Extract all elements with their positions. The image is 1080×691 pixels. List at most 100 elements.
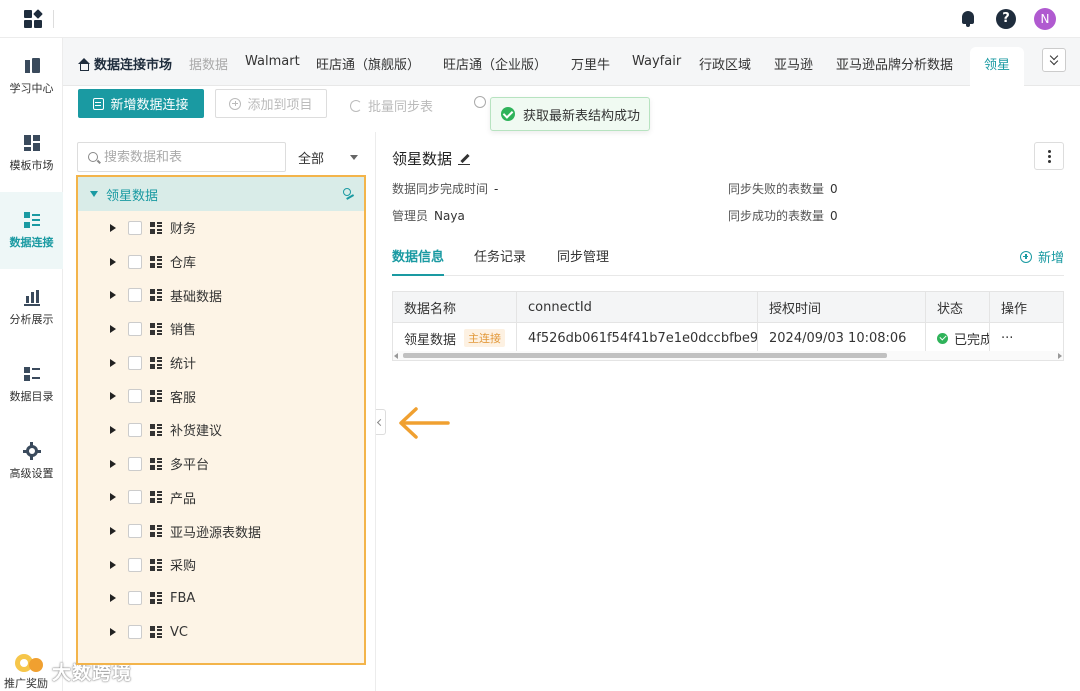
tree-item-checkbox[interactable] bbox=[128, 591, 142, 606]
tree-item[interactable]: 多平台 bbox=[78, 447, 364, 481]
caret-right-icon[interactable] bbox=[110, 594, 116, 603]
add-to-project-button[interactable]: 添加到项目 bbox=[215, 89, 327, 118]
column-header[interactable]: connectId bbox=[517, 292, 758, 322]
tree-item-label: 亚马逊源表数据 bbox=[170, 525, 262, 541]
tab-lingxing[interactable]: 领星 bbox=[970, 47, 1025, 86]
nav-item-data-catalog[interactable]: 数据目录 bbox=[0, 346, 63, 423]
tree-item-checkbox[interactable] bbox=[128, 625, 142, 640]
column-header[interactable]: 操作 bbox=[990, 292, 1063, 322]
bell-icon[interactable] bbox=[958, 9, 978, 29]
tree-item[interactable]: FBA bbox=[78, 582, 364, 616]
search-icon bbox=[88, 152, 98, 162]
tree-item-checkbox[interactable] bbox=[128, 557, 142, 572]
book-icon bbox=[23, 57, 41, 75]
row-more-button[interactable]: ··· bbox=[1001, 331, 1013, 346]
caret-right-icon[interactable] bbox=[110, 527, 116, 536]
scrollbar-thumb[interactable] bbox=[403, 353, 887, 358]
tree-item[interactable]: 亚马逊源表数据 bbox=[78, 514, 364, 548]
tree-item-label: 统计 bbox=[170, 357, 197, 373]
data-name-text: 领星数据 bbox=[404, 332, 457, 348]
tree-item-checkbox[interactable] bbox=[128, 355, 142, 370]
nav-item-advanced-settings[interactable]: 高级设置 bbox=[0, 423, 63, 500]
top-divider bbox=[53, 10, 54, 28]
tree-item[interactable]: 补货建议 bbox=[78, 413, 364, 447]
scroll-right-arrow-icon[interactable] bbox=[1058, 353, 1062, 359]
catalog-icon bbox=[23, 365, 41, 383]
table-horizontal-scrollbar[interactable] bbox=[393, 351, 1063, 360]
tree-item-label: 产品 bbox=[170, 491, 197, 507]
nav-item-analysis[interactable]: 分析展示 bbox=[0, 269, 63, 346]
tab-sync-management[interactable]: 同步管理 bbox=[557, 246, 609, 276]
search-input[interactable] bbox=[104, 149, 274, 165]
tab-amazon-brand-analytics[interactable]: 亚马逊品牌分析数据 bbox=[836, 54, 953, 73]
tab-home[interactable]: 数据连接市场 bbox=[77, 54, 172, 73]
tree-item[interactable]: VC bbox=[78, 615, 364, 649]
tree-item[interactable]: 产品 bbox=[78, 481, 364, 515]
caret-right-icon[interactable] bbox=[110, 223, 116, 232]
caret-right-icon[interactable] bbox=[110, 358, 116, 367]
nav-item-data-connect[interactable]: 数据连接 bbox=[0, 192, 63, 269]
new-connection-button[interactable]: 新增数据连接 bbox=[78, 89, 204, 118]
tab-task-records[interactable]: 任务记录 bbox=[474, 246, 526, 276]
tree-item-checkbox[interactable] bbox=[128, 524, 142, 539]
caret-right-icon[interactable] bbox=[110, 291, 116, 300]
caret-right-icon[interactable] bbox=[110, 493, 116, 502]
left-nav: 学习中心 模板市场 数据连接 分析展示 数据目录 高级设置 推广奖励 bbox=[0, 38, 63, 691]
avatar[interactable]: N bbox=[1034, 8, 1056, 30]
tree-item-checkbox[interactable] bbox=[128, 389, 142, 404]
filter-select[interactable]: 全部 bbox=[290, 142, 366, 172]
promo-label[interactable]: 推广奖励 bbox=[4, 675, 48, 691]
help-icon[interactable]: ? bbox=[996, 9, 1016, 29]
tree-item-checkbox[interactable] bbox=[128, 220, 142, 235]
tree-item[interactable]: 客服 bbox=[78, 379, 364, 413]
user-edit-icon[interactable] bbox=[342, 188, 354, 200]
caret-right-icon[interactable] bbox=[110, 560, 116, 569]
tree-item[interactable]: 基础数据 bbox=[78, 278, 364, 312]
tab-amazon[interactable]: 亚马逊 bbox=[774, 54, 813, 73]
tab-admin-region[interactable]: 行政区域 bbox=[699, 54, 751, 73]
tabs-more-button[interactable] bbox=[1042, 48, 1066, 72]
tree-item-checkbox[interactable] bbox=[128, 321, 142, 336]
nav-item-template-market[interactable]: 模板市场 bbox=[0, 115, 63, 192]
tree-root[interactable]: 领星数据 bbox=[78, 177, 364, 211]
tree-item-label: 采购 bbox=[170, 559, 197, 575]
tree-item[interactable]: 采购 bbox=[78, 548, 364, 582]
tab-partial[interactable]: 据数据 bbox=[189, 54, 228, 73]
tab-wangdiantong-flagship[interactable]: 旺店通（旗舰版） bbox=[316, 54, 420, 73]
caret-down-icon[interactable] bbox=[90, 191, 98, 197]
more-actions-button[interactable] bbox=[1034, 142, 1064, 170]
tree-highlight-box: 领星数据 财务 仓库 基础数据 销售统计客服 补货建议 多平台产品亚马逊源表数据 采购 FBA… bbox=[76, 175, 366, 665]
table-row[interactable]: 领星数据 主连接 4f526db061f54f41b7e1e0dccbfbe96… bbox=[393, 323, 1063, 353]
caret-right-icon[interactable] bbox=[110, 425, 116, 434]
nav-item-learning-center[interactable]: 学习中心 bbox=[0, 38, 63, 115]
caret-right-icon[interactable] bbox=[110, 257, 116, 266]
caret-right-icon[interactable] bbox=[110, 459, 116, 468]
tab-wangdiantong-enterprise[interactable]: 旺店通（企业版） bbox=[443, 54, 547, 73]
tab-wanliniu[interactable]: 万里牛 bbox=[571, 54, 610, 73]
caret-right-icon[interactable] bbox=[110, 628, 116, 637]
column-header[interactable]: 授权时间 bbox=[758, 292, 926, 322]
tree-item[interactable]: 仓库 bbox=[78, 245, 364, 279]
edit-icon[interactable] bbox=[458, 153, 471, 165]
batch-sync-button[interactable]: 批量同步表 bbox=[350, 96, 433, 115]
caret-right-icon[interactable] bbox=[110, 392, 116, 401]
tree-item-checkbox[interactable] bbox=[128, 456, 142, 471]
tree-item-checkbox[interactable] bbox=[128, 288, 142, 303]
timer-icon[interactable] bbox=[474, 96, 486, 108]
tab-wayfair[interactable]: Wayfair bbox=[632, 54, 681, 69]
toast-message: 获取最新表结构成功 bbox=[523, 108, 641, 124]
tree-item[interactable]: 统计 bbox=[78, 346, 364, 380]
tab-walmart[interactable]: Walmart bbox=[245, 54, 300, 69]
tree-item[interactable]: 销售 bbox=[78, 312, 364, 346]
column-header[interactable]: 数据名称 bbox=[393, 292, 517, 322]
scroll-left-arrow-icon[interactable] bbox=[394, 353, 398, 359]
tree-item-checkbox[interactable] bbox=[128, 422, 142, 437]
tree-item-checkbox[interactable] bbox=[128, 490, 142, 505]
add-button[interactable]: 新增 bbox=[1019, 247, 1064, 266]
tab-data-info[interactable]: 数据信息 bbox=[392, 246, 445, 276]
column-header[interactable]: 状态 bbox=[926, 292, 990, 322]
tree-item-checkbox[interactable] bbox=[128, 254, 142, 269]
tree-item[interactable]: 财务 bbox=[78, 211, 364, 245]
caret-right-icon[interactable] bbox=[110, 324, 116, 333]
apps-icon[interactable] bbox=[24, 9, 43, 28]
